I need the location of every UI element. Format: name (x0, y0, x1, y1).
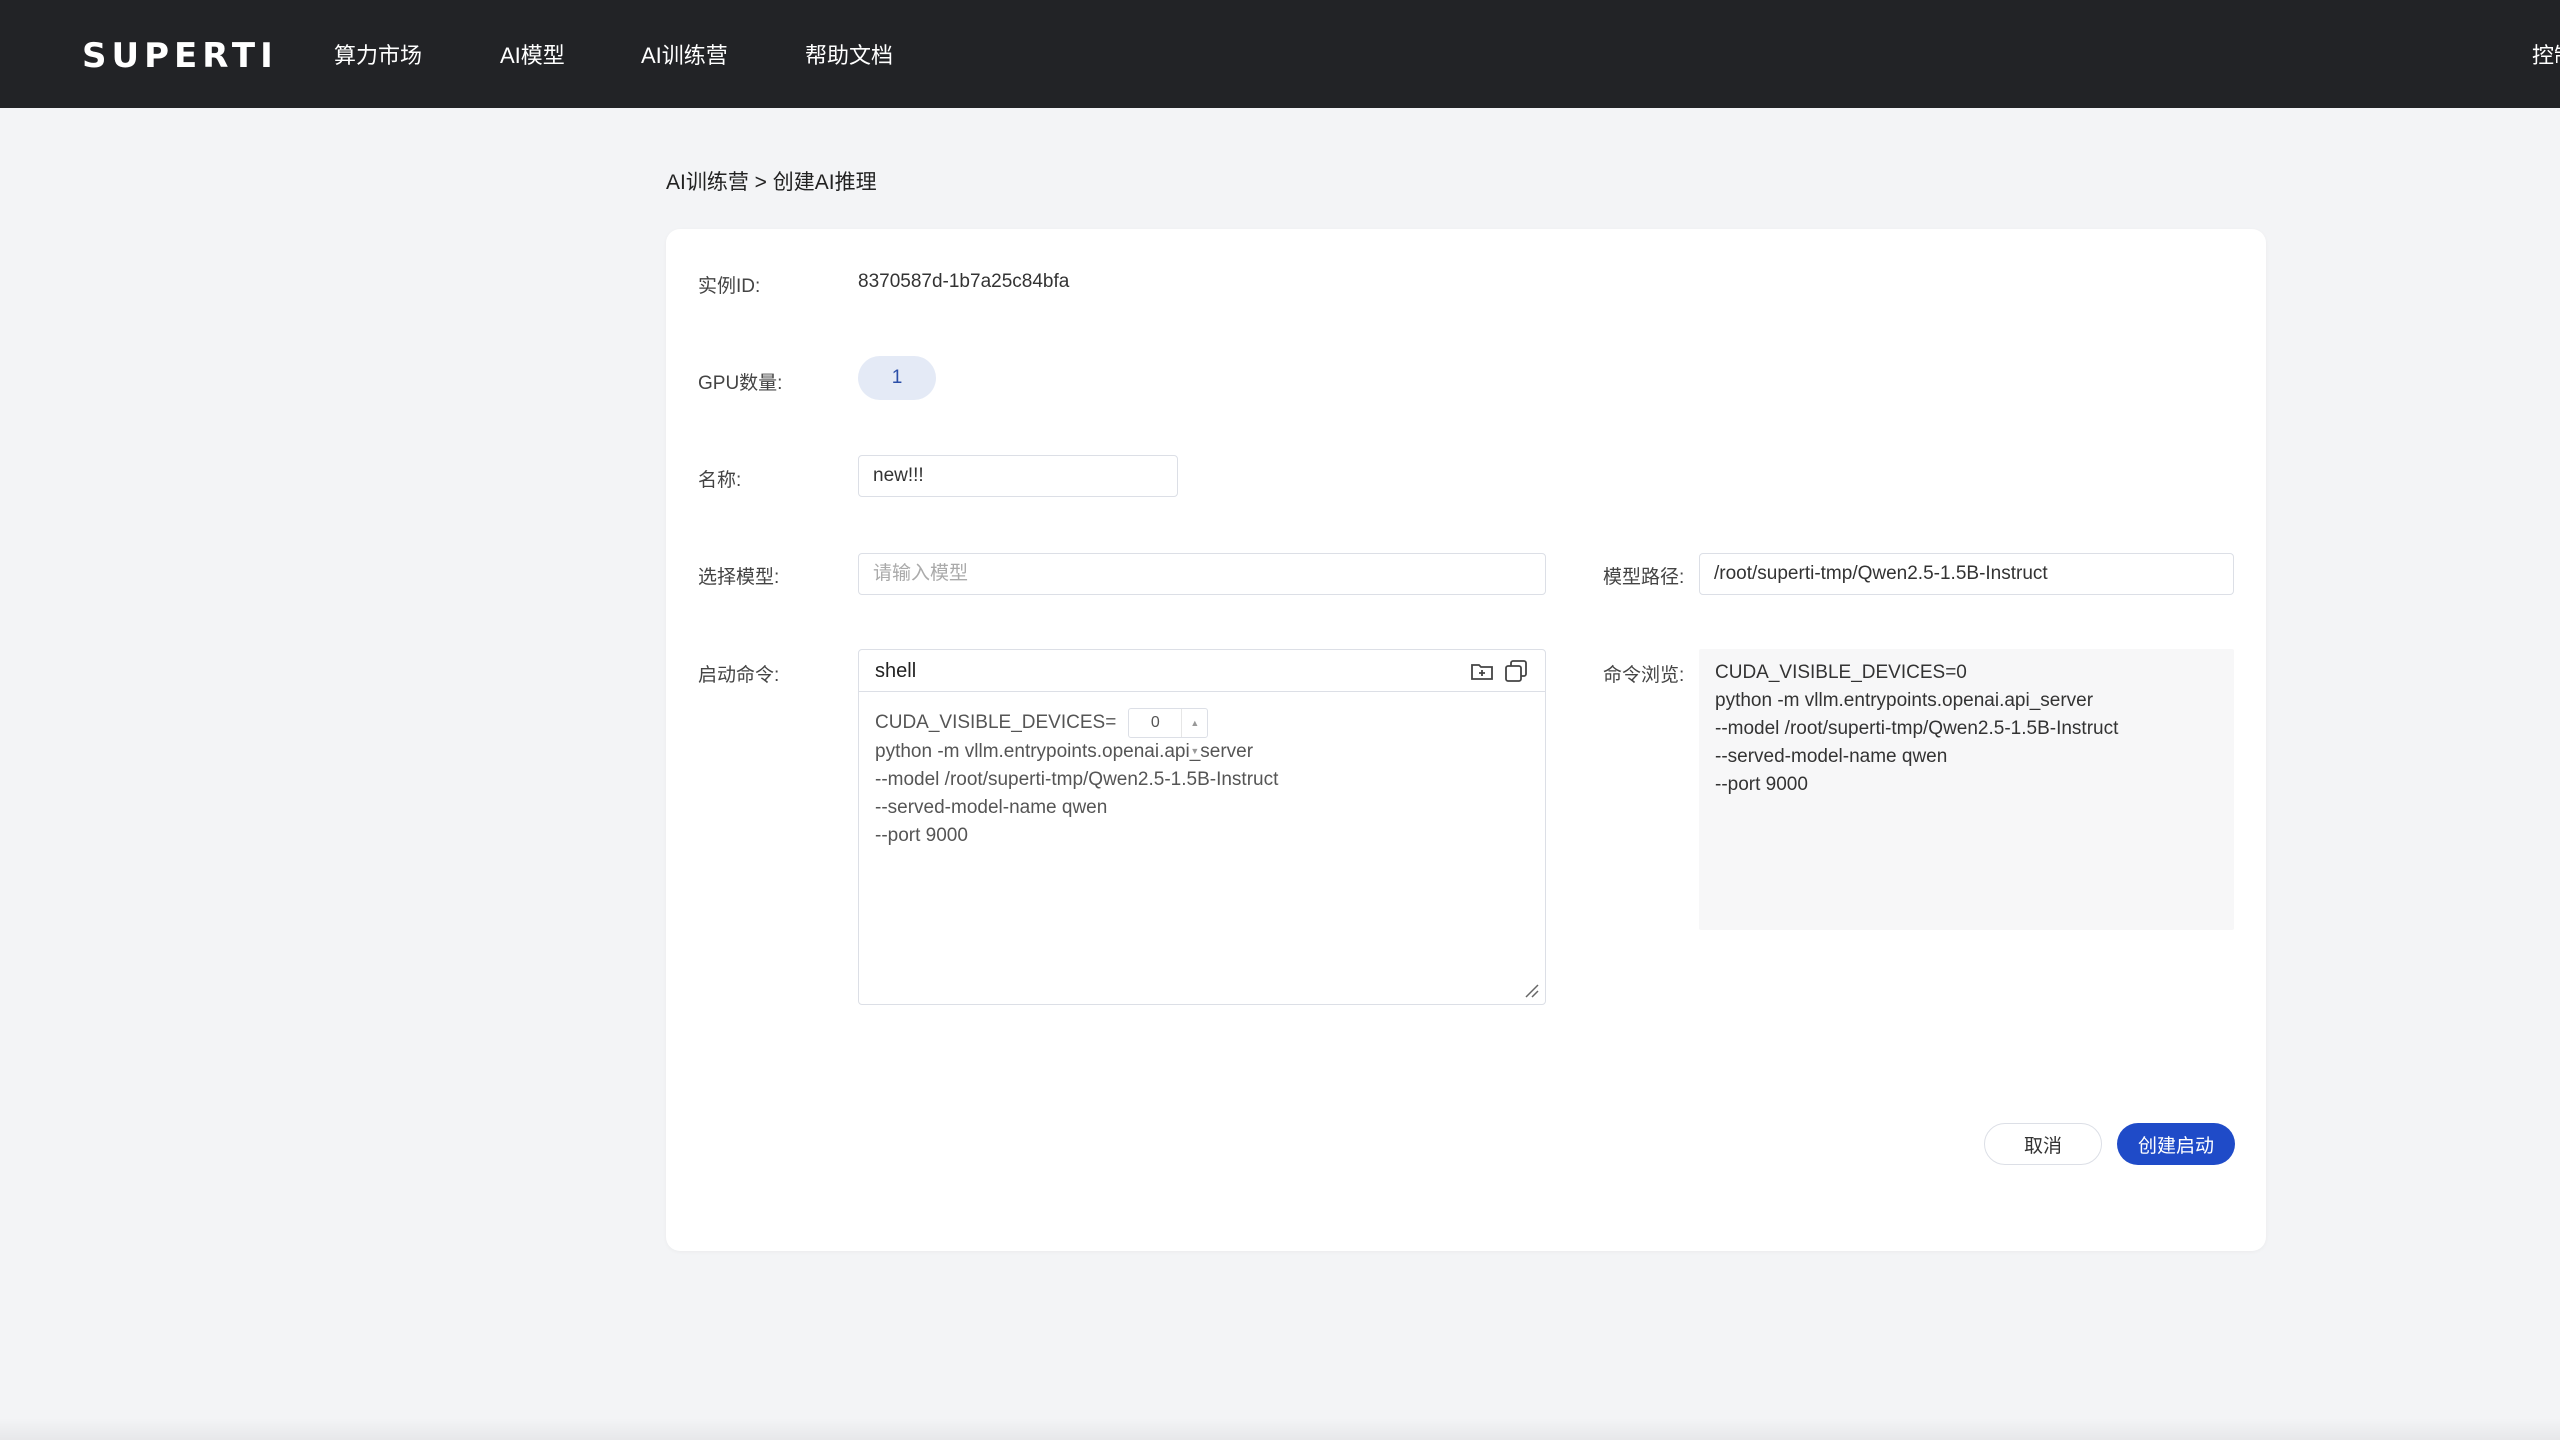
nav-ai-training-camp[interactable]: AI训练营 (641, 38, 728, 70)
breadcrumb: AI训练营 > 创建AI推理 (666, 171, 877, 194)
resize-handle-icon[interactable] (1523, 982, 1539, 998)
stepper-down-icon[interactable]: ▼ (1182, 737, 1207, 765)
superti-logo[interactable]: SUPERTI (82, 36, 278, 76)
command-preview-box: CUDA_VISIBLE_DEVICES=0 python -m vllm.en… (1699, 649, 2234, 930)
model-path-input[interactable] (1699, 553, 2234, 595)
name-label: 名称: (698, 470, 742, 491)
editor-language-label: shell (875, 660, 917, 682)
editor-header: shell (859, 650, 1545, 692)
name-input[interactable] (858, 455, 1178, 497)
cuda-line: CUDA_VISIBLE_DEVICES= 0 ▲ ▼ (875, 708, 1529, 756)
start-command-label: 启动命令: (698, 665, 780, 686)
command-line: --served-model-name qwen (875, 797, 1108, 818)
nav-ai-models[interactable]: AI模型 (500, 38, 565, 70)
editor-content[interactable]: CUDA_VISIBLE_DEVICES= 0 ▲ ▼ python -m vllm.… (875, 708, 1529, 850)
nav-help-docs[interactable]: 帮助文档 (805, 38, 893, 70)
create-start-button[interactable]: 创建启动 (2117, 1123, 2235, 1165)
instance-id-label: 实例ID: (698, 276, 761, 297)
gpu-count-label: GPU数量: (698, 373, 783, 394)
cancel-button[interactable]: 取消 (1984, 1123, 2102, 1165)
bottom-shadow (0, 1418, 2560, 1440)
command-preview-label: 命令浏览: (1603, 665, 1685, 686)
model-path-label: 模型路径: (1603, 567, 1685, 588)
folder-add-icon[interactable] (1469, 658, 1495, 684)
select-model-label: 选择模型: (698, 567, 780, 588)
cuda-device-value[interactable]: 0 (1129, 709, 1181, 737)
preview-line: --port 9000 (1715, 774, 1808, 795)
stepper-up-icon[interactable]: ▲ (1182, 709, 1207, 737)
command-line: --port 9000 (875, 825, 968, 846)
instance-id-value: 8370587d-1b7a25c84bfa (858, 271, 1070, 292)
preview-line: CUDA_VISIBLE_DEVICES=0 (1715, 662, 1967, 683)
cuda-prefix: CUDA_VISIBLE_DEVICES= (875, 712, 1117, 734)
cuda-device-stepper[interactable]: 0 ▲ ▼ (1128, 708, 1209, 756)
preview-line: --model /root/superti-tmp/Qwen2.5-1.5B-I… (1715, 718, 2119, 739)
nav-compute-market[interactable]: 算力市场 (334, 38, 422, 70)
command-editor[interactable]: shell CUDA_VISIBLE_DEVICES= 0 ▲ ▼ python -m… (858, 649, 1546, 1005)
top-navigation-bar: SUPERTI 算力市场 AI模型 AI训练营 帮助文档 控制 (0, 0, 2560, 108)
nav-console[interactable]: 控制 (2532, 38, 2560, 70)
gpu-count-option[interactable]: 1 (858, 356, 936, 400)
preview-line: --served-model-name qwen (1715, 746, 1948, 767)
preview-line: python -m vllm.entrypoints.openai.api_se… (1715, 690, 2094, 711)
command-line: --model /root/superti-tmp/Qwen2.5-1.5B-I… (875, 769, 1279, 790)
copy-icon[interactable] (1503, 658, 1529, 684)
model-search-input[interactable] (858, 553, 1546, 595)
